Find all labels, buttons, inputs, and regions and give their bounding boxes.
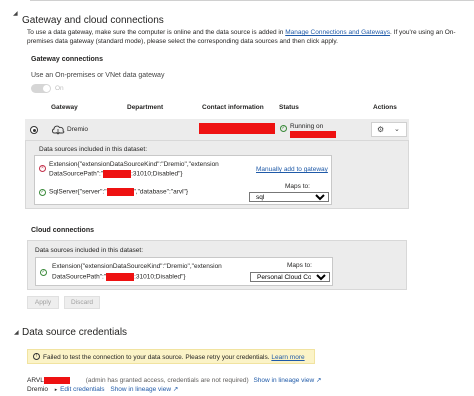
- collapse-caret-icon[interactable]: ◢: [13, 10, 18, 17]
- credential-name-arvl: ARVL: [27, 377, 44, 384]
- external-link-icon: ↗: [315, 377, 322, 384]
- status-check-icon: ✓: [280, 125, 287, 132]
- warning-message: Failed to test the connection to your da…: [43, 354, 305, 361]
- gateway-table-header: Gateway Department Contact information S…: [25, 104, 409, 118]
- credential-note: (admin has granted access, credentials a…: [85, 377, 249, 384]
- discard-button[interactable]: Discard: [64, 296, 100, 309]
- gateway-radio[interactable]: [30, 126, 38, 134]
- edit-credentials-link[interactable]: Edit credentials: [60, 386, 104, 393]
- datasource-1-suffix: :31010;Disabled"}: [131, 170, 183, 178]
- maps-to-select-1[interactable]: sql: [249, 192, 329, 202]
- intro-part1: To use a data gateway, make sure the com…: [27, 29, 286, 36]
- learn-more-link[interactable]: Learn more: [271, 354, 304, 361]
- credentials-warning-banner: ! Failed to test the connection to your …: [27, 349, 315, 364]
- external-link-icon: ↗: [172, 386, 179, 393]
- credential-item-dremio: Dremio ▸ Edit credentials Show in lineag…: [27, 385, 178, 393]
- datasource-1-prefix: DataSourcePath":": [49, 170, 104, 178]
- error-icon: ×: [39, 165, 46, 172]
- section-title-credentials: Data source credentials: [22, 327, 128, 338]
- cloud-datasource-item: ✓ Extension{"extensionDataSourceKind":"D…: [35, 257, 333, 286]
- server-redaction-2: [106, 188, 134, 196]
- datasource-1-line1: Extension{"extensionDataSourceKind":"Dre…: [49, 161, 219, 168]
- datasource-2-prefix: SqlServer{"server":": [49, 188, 107, 196]
- warning-text: Failed to test the connection to your da…: [43, 354, 270, 361]
- gateway-datasources-panel: Data sources included in this dataset: ×…: [25, 141, 409, 209]
- chevron-down-icon[interactable]: ⌄: [394, 125, 400, 133]
- datasource-1-line2: DataSourcePath":" :31010;Disabled"}: [49, 170, 183, 178]
- credential-item-arvl: ARVL (admin has granted access, credenti…: [27, 376, 321, 384]
- gateway-datasources-title: Data sources included in this dataset:: [39, 146, 148, 153]
- server-redaction-1: [103, 170, 132, 178]
- server-redaction-3: [106, 273, 135, 281]
- gateway-name: Dremio: [67, 126, 88, 133]
- gateway-toggle-state: On: [55, 85, 64, 92]
- actions-box: ⚙ ⌄: [371, 122, 407, 137]
- col-status: Status: [279, 104, 299, 111]
- status-redaction: [290, 131, 336, 138]
- credential-redaction: [43, 376, 70, 384]
- lineage-link-arvl[interactable]: Show in lineage view: [253, 377, 314, 384]
- col-department: Department: [127, 104, 164, 111]
- toggle-knob: [43, 85, 50, 92]
- settings-gear-icon[interactable]: ⚙: [377, 125, 384, 134]
- apply-button[interactable]: Apply: [27, 296, 59, 309]
- gateway-datasource-list: × Extension{"extensionDataSourceKind":"D…: [34, 155, 332, 205]
- maps-to-label-2: Maps to:: [287, 262, 312, 269]
- datasource-2-text: SqlServer{"server":" ","database":"arvl"}: [49, 188, 188, 196]
- col-gateway: Gateway: [51, 104, 78, 111]
- gateway-intro-text: To use a data gateway, make sure the com…: [27, 28, 467, 46]
- cloud-datasource-prefix: DataSourcePath":": [52, 273, 107, 281]
- lineage-link-dremio[interactable]: Show in lineage view: [110, 386, 171, 393]
- cloud-datasources-title: Data sources included in this dataset:: [35, 247, 144, 254]
- manage-connections-link[interactable]: Manage Connections and Gateways: [285, 29, 390, 36]
- cloud-connections-title: Cloud connections: [31, 227, 94, 234]
- gateway-toggle[interactable]: [31, 84, 51, 93]
- top-divider: [30, 0, 474, 4]
- gateway-toggle-label: Use an On-premises or VNet data gateway: [31, 72, 165, 79]
- manually-add-gateway-link[interactable]: Manually add to gateway: [256, 166, 328, 173]
- maps-to-label-1: Maps to:: [285, 183, 310, 190]
- gateway-row[interactable]: Dremio ✓ Running on ⚙ ⌄: [25, 119, 409, 141]
- cloud-datasource-suffix: :31010;Disabled"}: [134, 273, 186, 281]
- col-contact: Contact information: [202, 104, 264, 111]
- contact-redaction: [199, 123, 275, 134]
- cloud-datasource-line1: Extension{"extensionDataSourceKind":"Dre…: [52, 263, 222, 270]
- cloud-success-icon: ✓: [40, 269, 47, 276]
- col-actions: Actions: [373, 104, 397, 111]
- maps-to-select-2[interactable]: Personal Cloud Connect: [250, 272, 330, 282]
- credential-name-dremio: Dremio: [27, 386, 48, 393]
- section-title-gateway: Gateway and cloud connections: [22, 15, 164, 26]
- caret-right-icon[interactable]: ▸: [55, 387, 58, 393]
- datasource-2-suffix: ","database":"arvl"}: [133, 188, 189, 196]
- cloud-gateway-icon: [51, 123, 65, 137]
- collapse-caret-icon-credentials[interactable]: ◢: [14, 329, 19, 336]
- gateway-status: Running on: [290, 123, 324, 130]
- success-icon: ✓: [39, 189, 46, 196]
- warning-icon: !: [33, 353, 40, 360]
- cloud-datasource-line2: DataSourcePath":" :31010;Disabled"}: [52, 273, 186, 281]
- gateway-connections-title: Gateway connections: [31, 56, 103, 63]
- cloud-datasources-panel: Data sources included in this dataset: ✓…: [27, 240, 407, 290]
